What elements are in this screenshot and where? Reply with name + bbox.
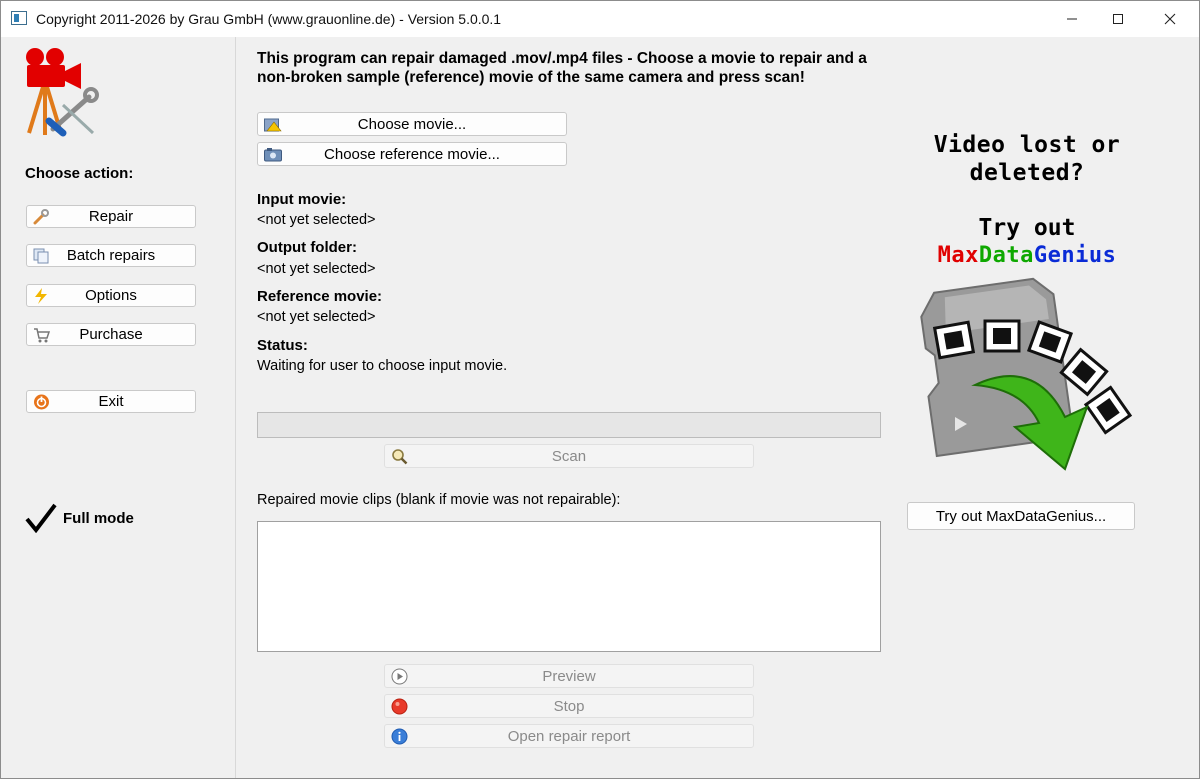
output-folder-label: Output folder: bbox=[257, 239, 357, 256]
shopping-cart-icon bbox=[34, 328, 50, 343]
scan-button-label: Scan bbox=[551, 447, 587, 465]
power-icon bbox=[34, 394, 49, 410]
camera-icon bbox=[264, 148, 282, 162]
stop-button[interactable]: Stop bbox=[384, 694, 754, 718]
brand-part-data: Data bbox=[978, 243, 1034, 268]
preview-button-label: Preview bbox=[542, 667, 596, 685]
options-button[interactable]: Options bbox=[26, 284, 196, 307]
stop-icon bbox=[391, 698, 408, 715]
status-value: Waiting for user to choose input movie. bbox=[257, 358, 508, 374]
open-repair-report-button[interactable]: Open repair report bbox=[384, 724, 754, 748]
choose-movie-button-label: Choose movie... bbox=[357, 115, 467, 133]
reference-movie-label: Reference movie: bbox=[257, 288, 383, 305]
output-folder-value: <not yet selected> bbox=[257, 261, 376, 277]
minimize-button[interactable] bbox=[1049, 1, 1095, 37]
intro-text: This program can repair damaged .mov/.mp… bbox=[257, 50, 867, 86]
lightning-icon bbox=[35, 288, 47, 304]
close-icon bbox=[1164, 13, 1176, 25]
recovery-sdcard-icon bbox=[920, 277, 1133, 471]
open-repair-report-button-label: Open repair report bbox=[507, 727, 631, 745]
batch-repairs-button[interactable]: Batch repairs bbox=[26, 244, 196, 267]
clips-label: Repaired movie clips (blank if movie was… bbox=[257, 492, 621, 508]
purchase-button-label: Purchase bbox=[79, 326, 143, 343]
wrench-icon bbox=[33, 209, 49, 225]
scan-button[interactable]: Scan bbox=[384, 444, 754, 468]
repaired-clips-list[interactable] bbox=[257, 521, 881, 652]
choose-reference-button-label: Choose reference movie... bbox=[324, 145, 500, 163]
progress-bar bbox=[257, 412, 881, 438]
documents-stack-icon bbox=[33, 248, 49, 264]
preview-button[interactable]: Preview bbox=[384, 664, 754, 688]
broken-movie-icon bbox=[264, 118, 282, 132]
brand-part-genius: Genius bbox=[1033, 243, 1117, 268]
stop-button-label: Stop bbox=[553, 697, 585, 715]
mode-label: Full mode bbox=[63, 509, 134, 527]
maximize-icon bbox=[1113, 14, 1123, 24]
camera-tools-logo-icon bbox=[26, 48, 99, 137]
input-movie-value: <not yet selected> bbox=[257, 212, 376, 228]
title-bar: Copyright 2011-2026 by Grau GmbH (www.gr… bbox=[1, 1, 1199, 37]
choose-movie-button[interactable]: Choose movie... bbox=[257, 112, 567, 136]
reference-movie-value: <not yet selected> bbox=[257, 309, 376, 325]
repair-button-label: Repair bbox=[88, 208, 134, 225]
sidebar: Choose action: Repair Batch repairs Opti… bbox=[1, 37, 236, 778]
promo-headline-line1: Video lost or bbox=[933, 132, 1121, 158]
checkmark-icon bbox=[25, 503, 57, 533]
maximize-button[interactable] bbox=[1095, 1, 1141, 37]
main-panel: This program can repair damaged .mov/.mp… bbox=[237, 37, 897, 778]
status-label: Status: bbox=[257, 337, 308, 354]
promo-try-out: Try out bbox=[978, 215, 1076, 241]
choose-action-label: Choose action: bbox=[25, 165, 134, 182]
exit-button[interactable]: Exit bbox=[26, 390, 196, 413]
choose-reference-button[interactable]: Choose reference movie... bbox=[257, 142, 567, 166]
minimize-icon bbox=[1067, 18, 1077, 20]
app-window-icon[interactable] bbox=[11, 11, 27, 25]
exit-button-label: Exit bbox=[98, 393, 124, 410]
app-window: Copyright 2011-2026 by Grau GmbH (www.gr… bbox=[0, 0, 1200, 779]
try-maxdatagenius-button[interactable]: Try out MaxDataGenius... bbox=[907, 502, 1135, 530]
play-icon bbox=[391, 668, 408, 685]
info-icon bbox=[391, 728, 408, 745]
batch-repairs-button-label: Batch repairs bbox=[66, 247, 156, 264]
promo-panel: Video lost or deleted? Try out MaxDataGe… bbox=[901, 37, 1199, 778]
try-maxdatagenius-button-label: Try out MaxDataGenius... bbox=[935, 507, 1107, 525]
repair-button[interactable]: Repair bbox=[26, 205, 196, 228]
magnifier-icon bbox=[392, 449, 408, 465]
promo-headline-line2: deleted? bbox=[969, 160, 1085, 186]
mode-indicator: Full mode bbox=[25, 503, 134, 533]
promo-brand: MaxDataGenius bbox=[901, 243, 1153, 268]
options-button-label: Options bbox=[85, 287, 137, 304]
brand-part-max: Max bbox=[937, 243, 979, 268]
window-title: Copyright 2011-2026 by Grau GmbH (www.gr… bbox=[36, 11, 502, 27]
close-button[interactable] bbox=[1147, 1, 1193, 37]
purchase-button[interactable]: Purchase bbox=[26, 323, 196, 346]
input-movie-label: Input movie: bbox=[257, 191, 347, 208]
promo-headline: Video lost or deleted? bbox=[901, 131, 1153, 187]
